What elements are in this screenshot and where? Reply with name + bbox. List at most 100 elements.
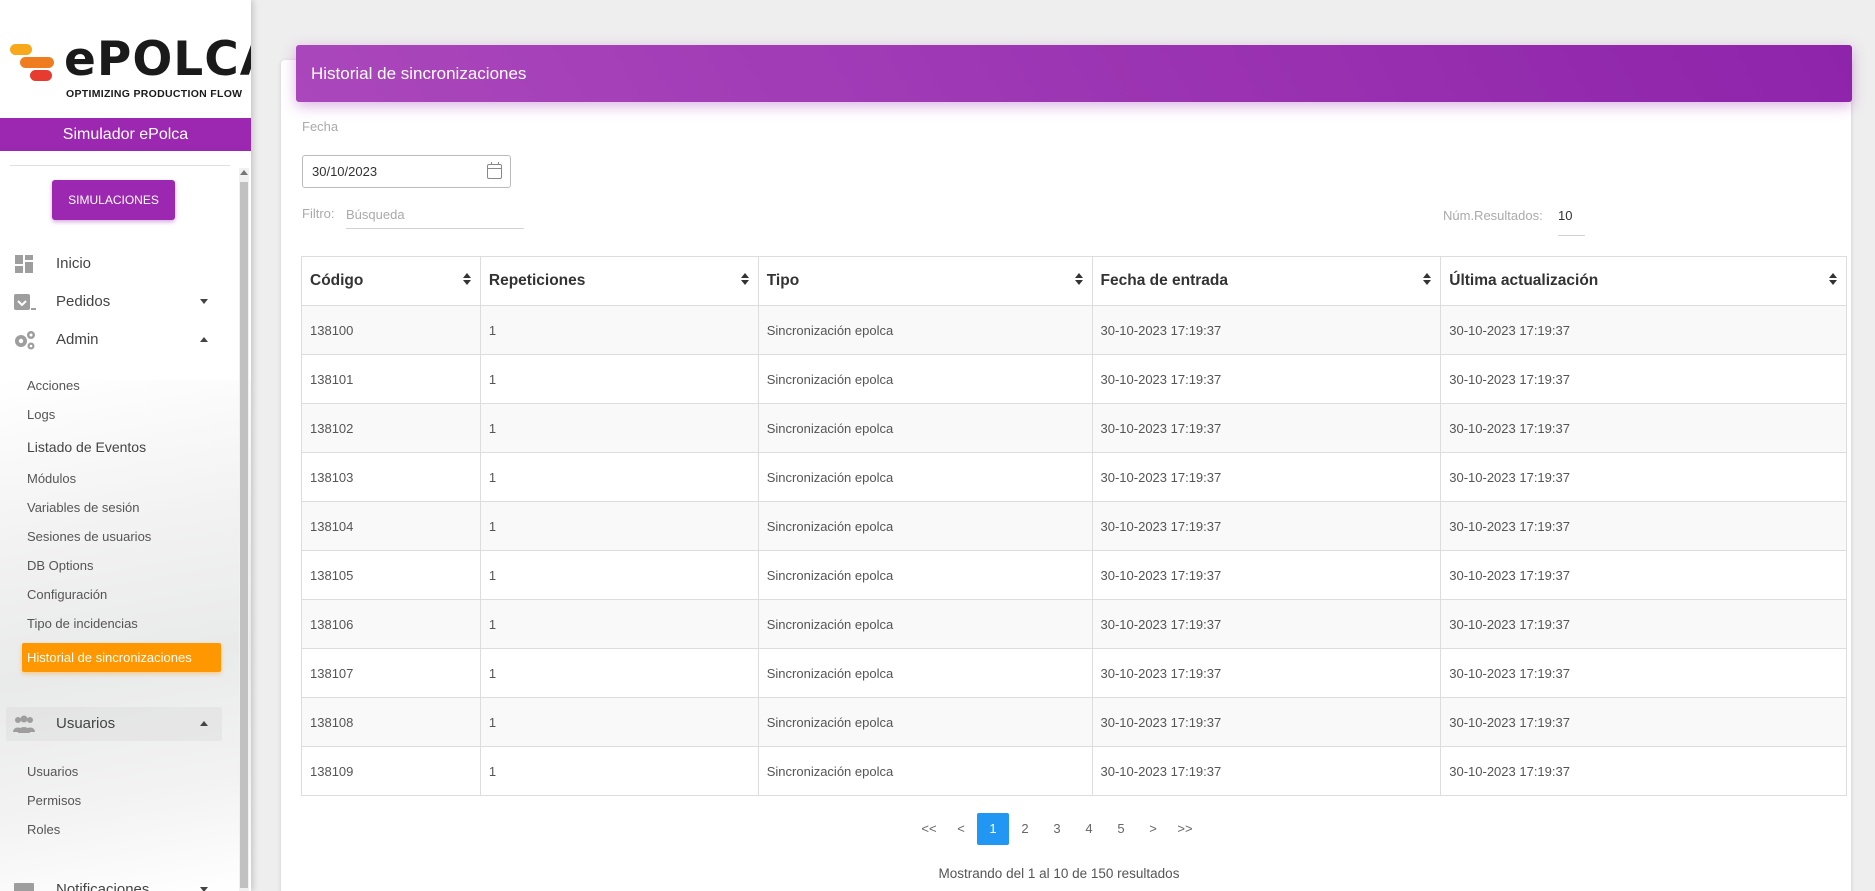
sort-icon[interactable] (1423, 273, 1432, 287)
pagination-page-5[interactable]: 5 (1105, 813, 1137, 845)
sidebar-item-variables-sesion[interactable]: Variables de sesión (27, 498, 140, 518)
sidebar-item-tipo-incidencias[interactable]: Tipo de incidencias (27, 614, 138, 634)
simulations-button[interactable]: SIMULACIONES (52, 180, 175, 220)
chevron-down-icon (200, 887, 208, 891)
sidebar-item-roles[interactable]: Roles (27, 820, 60, 840)
chevron-up-icon (200, 721, 208, 726)
cell-tipo: Sincronización epolca (757, 354, 1093, 404)
cell-repeticiones: 1 (479, 746, 759, 796)
sidebar-item-sesiones-usuarios[interactable]: Sesiones de usuarios (27, 527, 151, 547)
cell-ultima-actualizacion: 30-10-2023 17:19:37 (1440, 746, 1847, 796)
pagination-page-1[interactable]: 1 (977, 813, 1009, 845)
sidebar-scrollbar[interactable] (239, 168, 249, 891)
sidebar-item-db-options[interactable]: DB Options (27, 556, 93, 576)
card-header: Historial de sincronizaciones (296, 45, 1852, 102)
cell-fecha-entrada: 30-10-2023 17:19:37 (1091, 403, 1442, 453)
table-row[interactable]: 138100 1 Sincronización epolca 30-10-202… (301, 305, 1847, 355)
cell-ultima-actualizacion: 30-10-2023 17:19:37 (1440, 452, 1847, 502)
pagination-page-2[interactable]: 2 (1009, 813, 1041, 845)
calendar-icon[interactable] (487, 162, 502, 179)
pagination-page-3[interactable]: 3 (1041, 813, 1073, 845)
envelope-icon (14, 883, 34, 891)
logo-name: ePOLCA (64, 32, 251, 87)
date-field[interactable]: 30/10/2023 (302, 155, 511, 188)
scroll-up-icon[interactable] (240, 170, 248, 175)
cell-ultima-actualizacion: 30-10-2023 17:19:37 (1440, 550, 1847, 600)
cell-repeticiones: 1 (479, 452, 759, 502)
table-row[interactable]: 138101 1 Sincronización epolca 30-10-202… (301, 354, 1847, 404)
pagination-page-4[interactable]: 4 (1073, 813, 1105, 845)
logo-tagline: OPTIMIZING PRODUCTION FLOW (66, 88, 243, 100)
cell-codigo: 138100 (301, 305, 481, 355)
cell-fecha-entrada: 30-10-2023 17:19:37 (1091, 452, 1442, 502)
cell-fecha-entrada: 30-10-2023 17:19:37 (1091, 746, 1442, 796)
cell-codigo: 138104 (301, 501, 481, 551)
cell-fecha-entrada: 30-10-2023 17:19:37 (1091, 599, 1442, 649)
sidebar-item-usuarios[interactable]: Usuarios (27, 762, 78, 782)
cell-ultima-actualizacion: 30-10-2023 17:19:37 (1440, 599, 1847, 649)
cell-codigo: 138103 (301, 452, 481, 502)
date-label: Fecha (302, 119, 339, 134)
cell-codigo: 138105 (301, 550, 481, 600)
cell-ultima-actualizacion: 30-10-2023 17:19:37 (1440, 305, 1847, 355)
cell-tipo: Sincronización epolca (757, 697, 1093, 747)
sidebar-item-modulos[interactable]: Módulos (27, 469, 76, 489)
cell-ultima-actualizacion: 30-10-2023 17:19:37 (1440, 501, 1847, 551)
table-row[interactable]: 138107 1 Sincronización epolca 30-10-202… (301, 648, 1847, 698)
cell-repeticiones: 1 (479, 648, 759, 698)
nav-item-admin[interactable]: Admin (12, 326, 222, 354)
cell-repeticiones: 1 (479, 354, 759, 404)
column-header-ultima-actualizacion[interactable]: Última actualización (1440, 256, 1847, 306)
pagination-first[interactable]: << (913, 813, 945, 845)
nav-item-usuarios[interactable]: Usuarios (12, 710, 222, 738)
table-row[interactable]: 138105 1 Sincronización epolca 30-10-202… (301, 550, 1847, 600)
table-row[interactable]: 138106 1 Sincronización epolca 30-10-202… (301, 599, 1847, 649)
table-row[interactable]: 138109 1 Sincronización epolca 30-10-202… (301, 746, 1847, 796)
cell-codigo: 138108 (301, 697, 481, 747)
sort-icon[interactable] (1829, 273, 1837, 287)
sidebar-item-acciones[interactable]: Acciones (27, 376, 80, 396)
pagination: << < 1 2 3 4 5 > >> (913, 812, 1201, 846)
column-label: Código (310, 272, 364, 289)
cell-repeticiones: 1 (479, 550, 759, 600)
cell-fecha-entrada: 30-10-2023 17:19:37 (1091, 354, 1442, 404)
cell-ultima-actualizacion: 30-10-2023 17:19:37 (1440, 354, 1847, 404)
column-label: Última actualización (1449, 272, 1599, 289)
sidebar-item-configuracion[interactable]: Configuración (27, 585, 107, 605)
column-header-repeticiones[interactable]: Repeticiones (479, 256, 759, 306)
cell-codigo: 138102 (301, 403, 481, 453)
sort-icon[interactable] (1074, 273, 1083, 287)
column-header-fecha-entrada[interactable]: Fecha de entrada (1091, 256, 1442, 306)
pagination-prev[interactable]: < (945, 813, 977, 845)
table-row[interactable]: 138108 1 Sincronización epolca 30-10-202… (301, 697, 1847, 747)
sidebar-item-permisos[interactable]: Permisos (27, 791, 81, 811)
pagination-last[interactable]: >> (1169, 813, 1201, 845)
nav-item-pedidos[interactable]: Pedidos (12, 288, 222, 316)
column-label: Fecha de entrada (1100, 272, 1229, 289)
sidebar: ePOLCA OPTIMIZING PRODUCTION FLOW Simula… (0, 0, 251, 891)
nav-item-inicio[interactable]: Inicio (12, 250, 222, 278)
results-per-page-select[interactable]: 10 (1558, 203, 1585, 236)
table-row[interactable]: 138103 1 Sincronización epolca 30-10-202… (301, 452, 1847, 502)
cell-codigo: 138109 (301, 746, 481, 796)
sidebar-item-listado-eventos[interactable]: Listado de Eventos (27, 437, 146, 457)
inbox-icon (14, 294, 36, 310)
cell-tipo: Sincronización epolca (757, 550, 1093, 600)
table-row[interactable]: 138104 1 Sincronización epolca 30-10-202… (301, 501, 1847, 551)
scrollbar-thumb[interactable] (240, 182, 248, 888)
search-input[interactable] (346, 201, 524, 229)
sort-icon[interactable] (462, 273, 471, 287)
nav-label: Notificaciones (56, 881, 150, 891)
sidebar-item-logs[interactable]: Logs (27, 405, 55, 425)
logo[interactable]: ePOLCA OPTIMIZING PRODUCTION FLOW (0, 0, 251, 118)
sort-icon[interactable] (740, 273, 749, 287)
filter-label: Filtro: (302, 206, 335, 221)
sidebar-item-historial-sincronizaciones[interactable]: Historial de sincronizaciones (22, 643, 221, 672)
column-header-codigo[interactable]: Código (301, 256, 481, 306)
nav-item-notificaciones[interactable]: Notificaciones (12, 876, 222, 891)
table-row[interactable]: 138102 1 Sincronización epolca 30-10-202… (301, 403, 1847, 453)
pagination-next[interactable]: > (1137, 813, 1169, 845)
cell-repeticiones: 1 (479, 599, 759, 649)
column-header-tipo[interactable]: Tipo (757, 256, 1093, 306)
chevron-down-icon (200, 299, 208, 304)
